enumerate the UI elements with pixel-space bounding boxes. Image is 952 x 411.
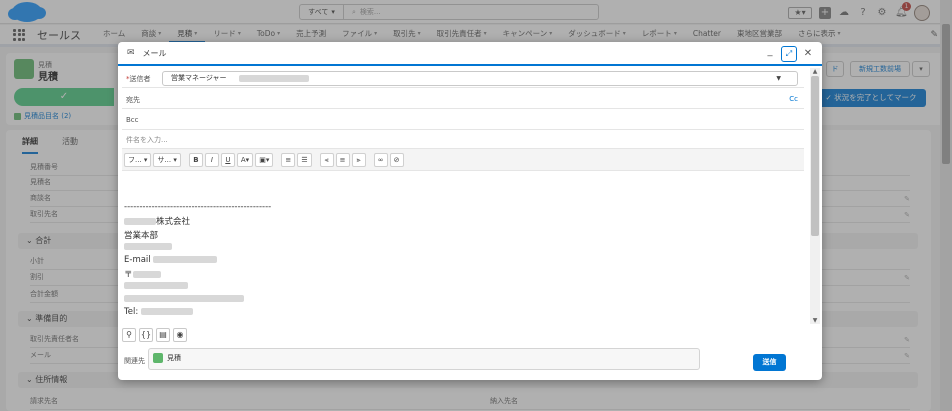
insert-link-icon[interactable]: ∞ xyxy=(373,152,388,167)
font-family-select[interactable]: フ... ▾ xyxy=(124,152,152,167)
signature-divider: ----------------------------------------… xyxy=(124,202,272,212)
bold-button[interactable]: B xyxy=(188,152,203,167)
related-to-field[interactable]: 見積 xyxy=(148,348,700,370)
signature-address2-redacted xyxy=(124,294,244,304)
email-envelope-icon: ✉ xyxy=(127,48,135,58)
modal-header: ✉ メール _ ⤢ ✕ xyxy=(118,42,822,66)
from-row: *送信者 営業マネージャー ▼ xyxy=(122,68,804,88)
redacted-email xyxy=(238,74,309,82)
from-label: *送信者 xyxy=(126,75,151,83)
subject-input[interactable]: 件名を入力... xyxy=(122,129,804,149)
compose-scrollbar-thumb[interactable] xyxy=(811,76,819,236)
to-row[interactable]: 宛先 Cc xyxy=(122,89,804,109)
signature-name-redacted xyxy=(124,242,172,252)
related-to-label: 関連先 xyxy=(124,357,145,365)
underline-button[interactable]: U xyxy=(220,152,235,167)
insert-template-icon[interactable]: ▤ xyxy=(156,328,170,342)
insert-image-button[interactable]: ▣▾ xyxy=(255,152,274,167)
subject-placeholder: 件名を入力... xyxy=(126,136,168,144)
chevron-down-icon[interactable]: ▼ xyxy=(776,72,781,85)
remove-format-icon[interactable]: ⊘ xyxy=(389,152,404,167)
bulleted-list-icon[interactable]: ☰ xyxy=(297,152,312,167)
signature-department: 営業本部 xyxy=(124,231,159,241)
signature-address-redacted xyxy=(124,281,188,291)
align-right-icon[interactable]: ⫸ xyxy=(351,152,366,167)
compose-scrollbar[interactable]: ▲ ▼ xyxy=(810,68,820,324)
email-compose-area: *送信者 営業マネージャー ▼ 宛先 Cc Bcc 件名を入力... フ... … xyxy=(118,68,808,322)
cc-link[interactable]: Cc xyxy=(789,95,798,103)
signature-tel: Tel: xyxy=(124,307,193,317)
related-record-pill[interactable]: 見積 xyxy=(153,353,181,363)
rich-text-toolbar: フ... ▾ サ... ▾ B I U A▾ ▣▾ ≡ ☰ ⫷ ≡ ⫸ ∞ ⊘ xyxy=(122,149,804,171)
signature-company: 株式会社 xyxy=(124,215,190,227)
email-composer-modal: ✉ メール _ ⤢ ✕ *送信者 営業マネージャー ▼ 宛先 Cc Bcc 件名… xyxy=(118,42,822,380)
modal-title: メール xyxy=(142,48,167,58)
bcc-row[interactable]: Bcc xyxy=(122,110,804,130)
from-select[interactable]: 営業マネージャー ▼ xyxy=(162,71,798,86)
compose-tools: ⚲ {} ▤ ◉ xyxy=(122,328,187,342)
close-icon[interactable]: ✕ xyxy=(802,47,814,61)
italic-button[interactable]: I xyxy=(204,152,219,167)
align-center-icon[interactable]: ≡ xyxy=(335,152,350,167)
signature-postal: 〒 xyxy=(124,268,161,280)
align-left-icon[interactable]: ⫷ xyxy=(319,152,334,167)
bcc-label: Bcc xyxy=(126,116,139,124)
font-size-select[interactable]: サ... ▾ xyxy=(153,152,181,167)
expand-icon[interactable]: ⤢ xyxy=(781,46,797,62)
minimize-icon[interactable]: _ xyxy=(764,47,776,61)
scroll-up-icon[interactable]: ▲ xyxy=(811,68,819,75)
signature-email: E-mail xyxy=(124,255,218,265)
email-body-editor[interactable]: ----------------------------------------… xyxy=(122,172,804,322)
preview-eye-icon[interactable]: ◉ xyxy=(173,328,187,342)
send-button[interactable]: 送信 xyxy=(753,354,786,371)
quote-record-icon xyxy=(153,353,163,363)
insert-merge-field-icon[interactable]: {} xyxy=(139,328,153,342)
attach-file-icon[interactable]: ⚲ xyxy=(122,328,136,342)
scroll-down-icon[interactable]: ▼ xyxy=(811,317,819,324)
text-color-button[interactable]: A▾ xyxy=(236,152,254,167)
numbered-list-icon[interactable]: ≡ xyxy=(281,152,296,167)
to-label: 宛先 xyxy=(126,96,140,104)
